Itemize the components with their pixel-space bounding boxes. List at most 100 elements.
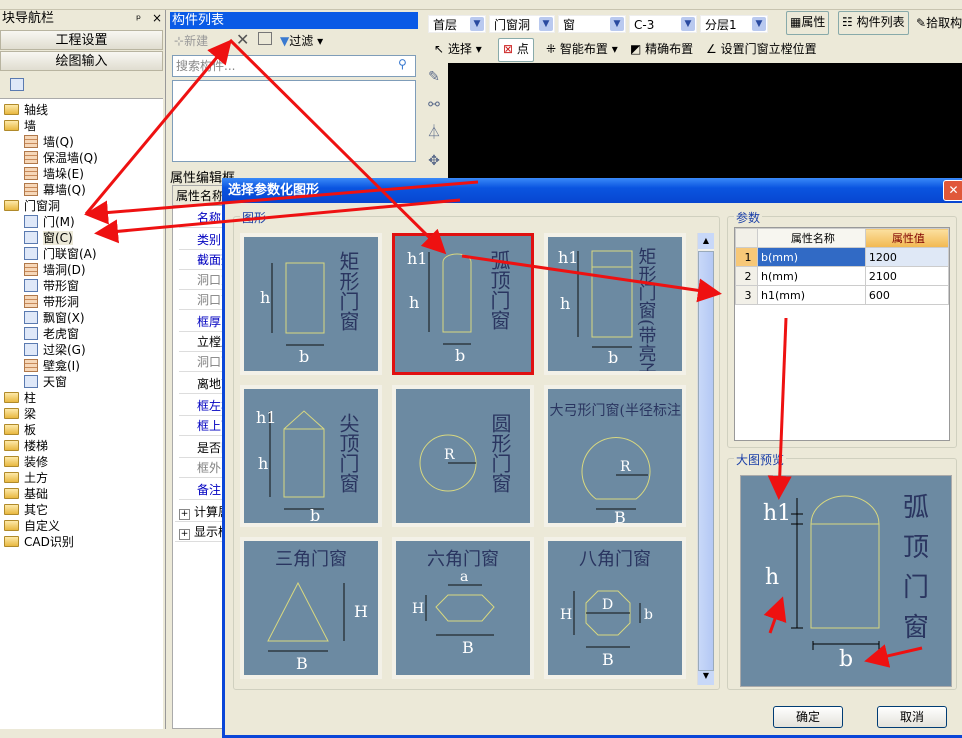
- param-value[interactable]: 600: [864, 285, 950, 305]
- shape-tile[interactable]: R B 大弓形门窗(半径标注): [544, 385, 686, 527]
- component-list-button[interactable]: ☷ 构件列表: [838, 11, 909, 35]
- shapes-scrollbar[interactable]: ▲ ▼: [697, 233, 714, 685]
- floor-select[interactable]: 首层 ▼: [428, 14, 486, 33]
- tree-item[interactable]: 自定义: [4, 518, 60, 534]
- dim-label-h1: h1: [256, 408, 276, 427]
- pick-button[interactable]: ✎拾取构: [916, 11, 962, 35]
- tree-item-label: 墙垛(E): [43, 167, 84, 181]
- component-list[interactable]: [172, 80, 416, 162]
- param-value[interactable]: 1200: [864, 247, 950, 267]
- tree-item[interactable]: 天窗: [24, 374, 67, 390]
- tree-item[interactable]: 柱: [4, 390, 36, 406]
- tree-item[interactable]: 楼梯: [4, 438, 48, 454]
- param-value[interactable]: 2100: [864, 266, 950, 286]
- tree-item[interactable]: 墙(Q): [24, 134, 74, 150]
- params-group-label: 参数: [734, 209, 763, 226]
- shape-tile[interactable]: h1 h b 弧顶门窗: [392, 233, 534, 375]
- tree-item-label: 老虎窗: [43, 327, 80, 341]
- tree-item-label: 门联窗(A): [43, 247, 97, 261]
- shape-tile[interactable]: h1 h b 尖顶门窗: [240, 385, 382, 527]
- shape-tile[interactable]: a H B 六角门窗: [392, 537, 534, 679]
- param-name-header: 属性名称: [757, 228, 866, 248]
- shape-tile[interactable]: h b 矩形门窗: [240, 233, 382, 375]
- tree-item[interactable]: 装修: [4, 454, 48, 470]
- tree-item[interactable]: 梁: [4, 406, 36, 422]
- point-button[interactable]: ⊠ 点: [498, 38, 534, 62]
- shape-title: 六角门窗: [427, 549, 499, 570]
- tree-item[interactable]: 保温墙(Q): [24, 150, 98, 166]
- filter-button[interactable]: ▼过滤 ▾: [280, 29, 323, 53]
- project-settings-button[interactable]: 工程设置: [0, 30, 163, 50]
- shape-title: 八角门窗: [579, 549, 651, 570]
- delete-icon[interactable]: ✕: [236, 30, 249, 49]
- smart-layout-button[interactable]: ⁜ 智能布置 ▾: [546, 37, 618, 61]
- tree-item[interactable]: CAD识别: [4, 534, 74, 550]
- collapse-all-icon[interactable]: [10, 78, 24, 91]
- tree-item[interactable]: 其它: [4, 502, 48, 518]
- shape-tile[interactable]: D Hb B 八角门窗: [544, 537, 686, 679]
- tree-item[interactable]: 门窗洞: [4, 198, 60, 214]
- cancel-button[interactable]: 取消: [877, 706, 947, 728]
- param-name: b(mm): [757, 247, 866, 267]
- properties-button[interactable]: ▦属性: [786, 11, 830, 35]
- tree-item[interactable]: 老虎窗: [24, 326, 79, 342]
- dim-label-D: D: [602, 597, 613, 613]
- tree-item[interactable]: 飘窗(X): [24, 310, 85, 326]
- tree-item-label: 板: [24, 423, 37, 437]
- param-row[interactable]: 1 b(mm) 1200: [735, 247, 950, 267]
- tree-item-label: 墙洞(D): [43, 263, 86, 277]
- param-row[interactable]: 3 h1(mm) 600: [735, 285, 950, 305]
- select-button[interactable]: ↖ 选择 ▾: [434, 37, 482, 61]
- category-select[interactable]: 门窗洞 ▼: [489, 14, 555, 33]
- shape-tile[interactable]: H B 三角门窗: [240, 537, 382, 679]
- tree-item[interactable]: 土方: [4, 470, 48, 486]
- main-toolbar-strip: [0, 0, 962, 10]
- preview-group: 大图预览 h1 h b 弧顶门窗: [727, 451, 957, 690]
- tree-item[interactable]: 基础: [4, 486, 48, 502]
- search-input[interactable]: 搜索构件...: [172, 55, 416, 77]
- drawing-input-button[interactable]: 绘图输入: [0, 51, 163, 71]
- vertical-toolbar[interactable]: ✎ ⚯ ⏃ ✥: [420, 63, 448, 183]
- wall-icon: [24, 295, 38, 308]
- copy-icon[interactable]: [258, 32, 272, 45]
- tree-item[interactable]: 板: [4, 422, 36, 438]
- param-row[interactable]: 2 h(mm) 2100: [735, 266, 950, 286]
- set-frame-position-button[interactable]: ∠ 设置门窗立樘位置: [706, 37, 817, 61]
- tree-item[interactable]: 墙洞(D): [24, 262, 86, 278]
- close-icon[interactable]: ×: [152, 11, 162, 25]
- search-icon[interactable]: ⚲: [398, 57, 407, 71]
- expand-icon[interactable]: +: [179, 529, 190, 540]
- tree-item-label: 基础: [24, 487, 49, 501]
- tree-item[interactable]: 壁龛(I): [24, 358, 80, 374]
- tree-item-label: 过梁(G): [43, 343, 86, 357]
- param-value-header: 属性值: [864, 228, 950, 248]
- new-button[interactable]: ⊹新建: [174, 29, 208, 53]
- dialog-close-button[interactable]: ✕: [943, 180, 962, 201]
- shape-tile[interactable]: h1 h b 矩形门窗(带亮子): [544, 233, 686, 387]
- shapes-group: 图形 h b 矩形门窗 h1 h b 弧顶门窗 h1 h b 矩形门窗(带亮子) h1 h b 尖顶门窗 R 圆…: [233, 209, 720, 690]
- window-icon: [24, 279, 38, 292]
- tree-item[interactable]: 门联窗(A): [24, 246, 97, 262]
- preview-label-b: b: [839, 647, 853, 672]
- tree-item[interactable]: 带形窗: [24, 278, 79, 294]
- dim-label-B: B: [614, 508, 626, 523]
- layer-select[interactable]: 分层1 ▼: [700, 14, 768, 33]
- tree-item[interactable]: 门(M): [24, 214, 75, 230]
- drawing-canvas[interactable]: [448, 63, 962, 183]
- type-select[interactable]: 窗 ▼: [558, 14, 626, 33]
- shape-tile[interactable]: R 圆形门窗: [392, 385, 534, 527]
- tree-item[interactable]: 窗(C): [24, 230, 73, 246]
- ok-button[interactable]: 确定: [773, 706, 843, 728]
- expand-icon[interactable]: +: [179, 509, 190, 520]
- component-select[interactable]: C-3 ▼: [629, 14, 697, 33]
- tree-item[interactable]: 带形洞: [24, 294, 79, 310]
- tree-item[interactable]: 墙垛(E): [24, 166, 84, 182]
- tree-item[interactable]: 幕墙(Q): [24, 182, 86, 198]
- precise-layout-button[interactable]: ◩ 精确布置: [630, 37, 693, 61]
- tree-item[interactable]: 轴线: [4, 102, 48, 118]
- dim-label-h: h: [560, 294, 570, 313]
- pin-icon[interactable]: ᵖ: [136, 12, 141, 26]
- tree-item[interactable]: 过梁(G): [24, 342, 86, 358]
- folder-icon: [4, 456, 19, 467]
- tree-item[interactable]: 墙: [4, 118, 36, 134]
